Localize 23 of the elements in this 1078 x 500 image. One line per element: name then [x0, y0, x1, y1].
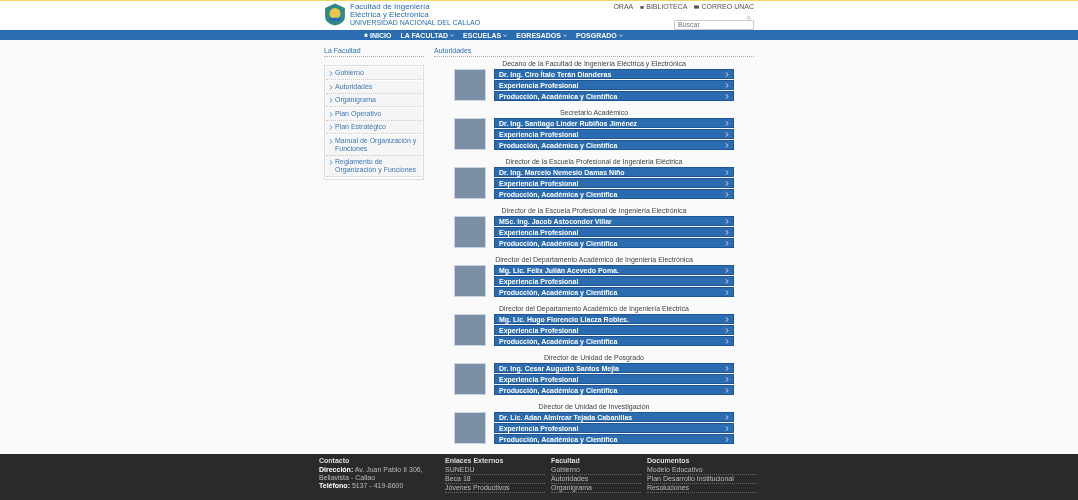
- photo-placeholder: [454, 265, 486, 297]
- chevron-icon: [329, 84, 333, 90]
- caret-icon: [562, 33, 567, 37]
- faculty-logo-icon: [324, 2, 346, 27]
- caret-icon: [618, 33, 623, 37]
- photo-placeholder: [454, 314, 486, 346]
- chevron-icon: [329, 71, 333, 76]
- chevron-icon: [329, 98, 333, 103]
- faculty-name: Facultad de Ingeniería Eléctrica y Electrónica: [350, 2, 431, 19]
- photo-placeholder: [454, 363, 486, 395]
- caret-icon: [503, 33, 508, 37]
- photo-placeholder: [454, 216, 486, 248]
- photo-placeholder: [454, 412, 486, 444]
- photo-placeholder: [454, 118, 486, 150]
- chevron-icon: [329, 160, 333, 165]
- caret-icon: [450, 33, 455, 37]
- chevron-icon: [329, 125, 333, 130]
- photo-placeholder: [454, 69, 486, 101]
- chevron-icon: [329, 138, 333, 144]
- chevron-icon: [329, 111, 333, 117]
- search-icon: [747, 16, 751, 20]
- home-icon: [364, 33, 368, 37]
- photo-placeholder: [454, 167, 486, 199]
